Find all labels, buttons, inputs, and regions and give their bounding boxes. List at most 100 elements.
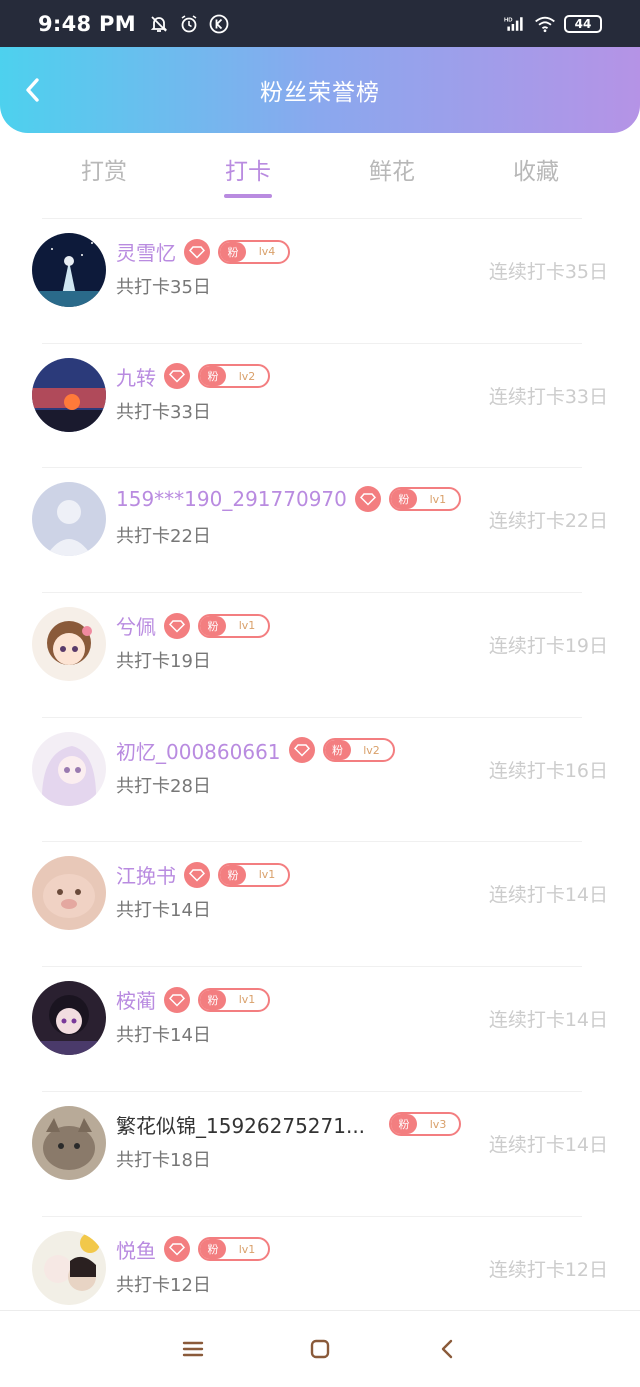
fan-level-badge: 粉 lv2: [198, 364, 270, 389]
total-checkin: 共打卡22日: [116, 526, 211, 548]
system-nav-bar: [0, 1310, 640, 1387]
avatar[interactable]: [32, 981, 106, 1056]
hd-signal-icon: HD: [504, 13, 526, 35]
avatar[interactable]: [32, 233, 106, 307]
tab-label: 收藏: [513, 159, 559, 185]
fan-row[interactable]: 兮佩 粉 lv1 共打卡19日 连续打卡19日: [32, 592, 608, 717]
streak-checkin: 连续打卡12日: [488, 1258, 608, 1281]
fan-name[interactable]: 悦鱼: [116, 1235, 156, 1264]
total-checkin: 共打卡18日: [116, 1149, 211, 1171]
fan-badge-level: lv3: [429, 1117, 447, 1131]
streak-checkin: 连续打卡33日: [488, 385, 608, 408]
fan-badge-level: lv1: [238, 993, 256, 1007]
menu-button[interactable]: [179, 1335, 207, 1363]
k-icon: [208, 13, 230, 35]
chevron-left-icon: [26, 78, 39, 102]
diamond-icon: [164, 612, 190, 639]
avatar[interactable]: [32, 357, 106, 432]
streak-checkin: 连续打卡22日: [488, 510, 608, 533]
fan-list: 灵雪忆 粉 lv4 共打卡35日 连续打卡35日 九转 粉 lv2 共打卡33日 连…: [0, 218, 640, 1340]
streak-checkin: 连续打卡35日: [488, 261, 608, 283]
fan-badge-label: 粉: [200, 615, 226, 636]
fan-name[interactable]: 桉蔺: [116, 985, 156, 1014]
tab-reward[interactable]: 打赏: [32, 140, 176, 210]
status-bar: 9:48 PM HD 44: [0, 0, 640, 48]
diamond-icon: [164, 986, 190, 1013]
fan-level-badge: 粉 lv1: [218, 862, 290, 887]
fan-level-badge: 粉 lv3: [389, 1112, 462, 1137]
fan-badge-label: 粉: [200, 366, 226, 387]
fan-badge-level: lv1: [238, 619, 256, 633]
streak-checkin: 连续打卡14日: [488, 1009, 608, 1032]
total-checkin: 共打卡33日: [116, 401, 211, 423]
alarm-icon: [178, 13, 200, 35]
avatar[interactable]: [32, 1105, 106, 1180]
home-square-icon: [310, 1339, 330, 1359]
menu-icon: [183, 1341, 204, 1357]
fan-badge-label: 粉: [220, 241, 246, 262]
streak-checkin: 连续打卡16日: [488, 759, 608, 782]
fan-row[interactable]: 灵雪忆 粉 lv4 共打卡35日 连续打卡35日: [32, 218, 608, 343]
nav-back-button[interactable]: [433, 1335, 461, 1363]
avatar[interactable]: [32, 1230, 106, 1305]
fan-badge-level: lv4: [258, 245, 276, 258]
streak-checkin: 连续打卡14日: [488, 1133, 608, 1156]
fan-row[interactable]: 九转 粉 lv2 共打卡33日 连续打卡33日: [32, 342, 608, 468]
fan-badge-level: lv1: [429, 492, 447, 506]
fan-row[interactable]: 繁花似锦_15926275271... 粉 lv3 共打卡18日 连续打卡14日: [32, 1090, 608, 1216]
fan-level-badge: 粉 lv1: [388, 487, 461, 512]
avatar[interactable]: [32, 856, 106, 931]
fan-level-badge: 粉 lv4: [218, 239, 290, 264]
fan-badge-label: 粉: [220, 864, 246, 885]
tab-favorites[interactable]: 收藏: [464, 140, 608, 210]
fan-row[interactable]: 桉蔺 粉 lv1 共打卡14日 连续打卡14日: [32, 966, 608, 1091]
home-button[interactable]: [306, 1335, 334, 1363]
diamond-icon: [288, 737, 315, 764]
fan-name[interactable]: 灵雪忆: [116, 237, 176, 266]
fan-name[interactable]: 159***190_291770970: [116, 487, 347, 511]
total-checkin: 共打卡28日: [116, 775, 211, 797]
tab-bar: 打赏 打卡 鲜花 收藏: [0, 140, 640, 210]
fan-badge-level: lv2: [238, 369, 256, 383]
tab-checkin[interactable]: 打卡: [176, 140, 320, 210]
tab-active-underline: [224, 194, 272, 198]
fan-name[interactable]: 兮佩: [116, 611, 156, 640]
back-button[interactable]: [18, 75, 48, 105]
fan-row[interactable]: 初忆_000860661 粉 lv2 共打卡28日 连续打卡16日: [32, 716, 608, 842]
svg-text:HD: HD: [504, 17, 513, 23]
avatar[interactable]: [32, 482, 106, 557]
fan-name[interactable]: 初忆_000860661: [116, 736, 281, 765]
tab-flowers[interactable]: 鲜花: [320, 140, 464, 210]
fan-badge-label: 粉: [391, 1114, 418, 1135]
diamond-icon: [164, 363, 190, 390]
status-time: 9:48 PM: [38, 12, 136, 36]
fan-name[interactable]: 繁花似锦_15926275271...: [116, 1110, 365, 1139]
wifi-icon: [534, 13, 556, 35]
fan-row[interactable]: 159***190_291770970 粉 lv1 共打卡22日 连续打卡22日: [32, 467, 608, 592]
fan-badge-label: 粉: [390, 489, 417, 510]
fan-name[interactable]: 江挽书: [116, 860, 176, 889]
tab-label: 鲜花: [369, 159, 415, 185]
fan-badge-label: 粉: [324, 740, 351, 761]
diamond-icon: [164, 1236, 190, 1262]
avatar[interactable]: [32, 607, 106, 682]
battery-icon: 44: [564, 15, 602, 33]
diamond-icon: [354, 486, 381, 513]
fan-badge-level: lv2: [363, 743, 380, 757]
streak-checkin: 连续打卡14日: [488, 884, 608, 907]
fan-badge-label: 粉: [200, 989, 226, 1010]
fan-row[interactable]: 江挽书 粉 lv1 共打卡14日 连续打卡14日: [32, 841, 608, 966]
fan-level-badge: 粉 lv1: [198, 613, 270, 638]
page-title: 粉丝荣誉榜: [260, 80, 380, 106]
tab-label: 打赏: [81, 159, 127, 185]
avatar[interactable]: [32, 731, 106, 806]
fan-name[interactable]: 九转: [116, 362, 156, 391]
fan-level-badge: 粉 lv1: [198, 987, 270, 1012]
total-checkin: 共打卡14日: [116, 900, 211, 922]
mute-bell-icon: [148, 13, 170, 35]
header-bar: 粉丝荣誉榜: [0, 47, 640, 133]
fan-badge-level: lv1: [238, 1242, 256, 1256]
total-checkin: 共打卡19日: [116, 651, 211, 673]
diamond-icon: [184, 238, 210, 265]
diamond-icon: [184, 861, 210, 888]
